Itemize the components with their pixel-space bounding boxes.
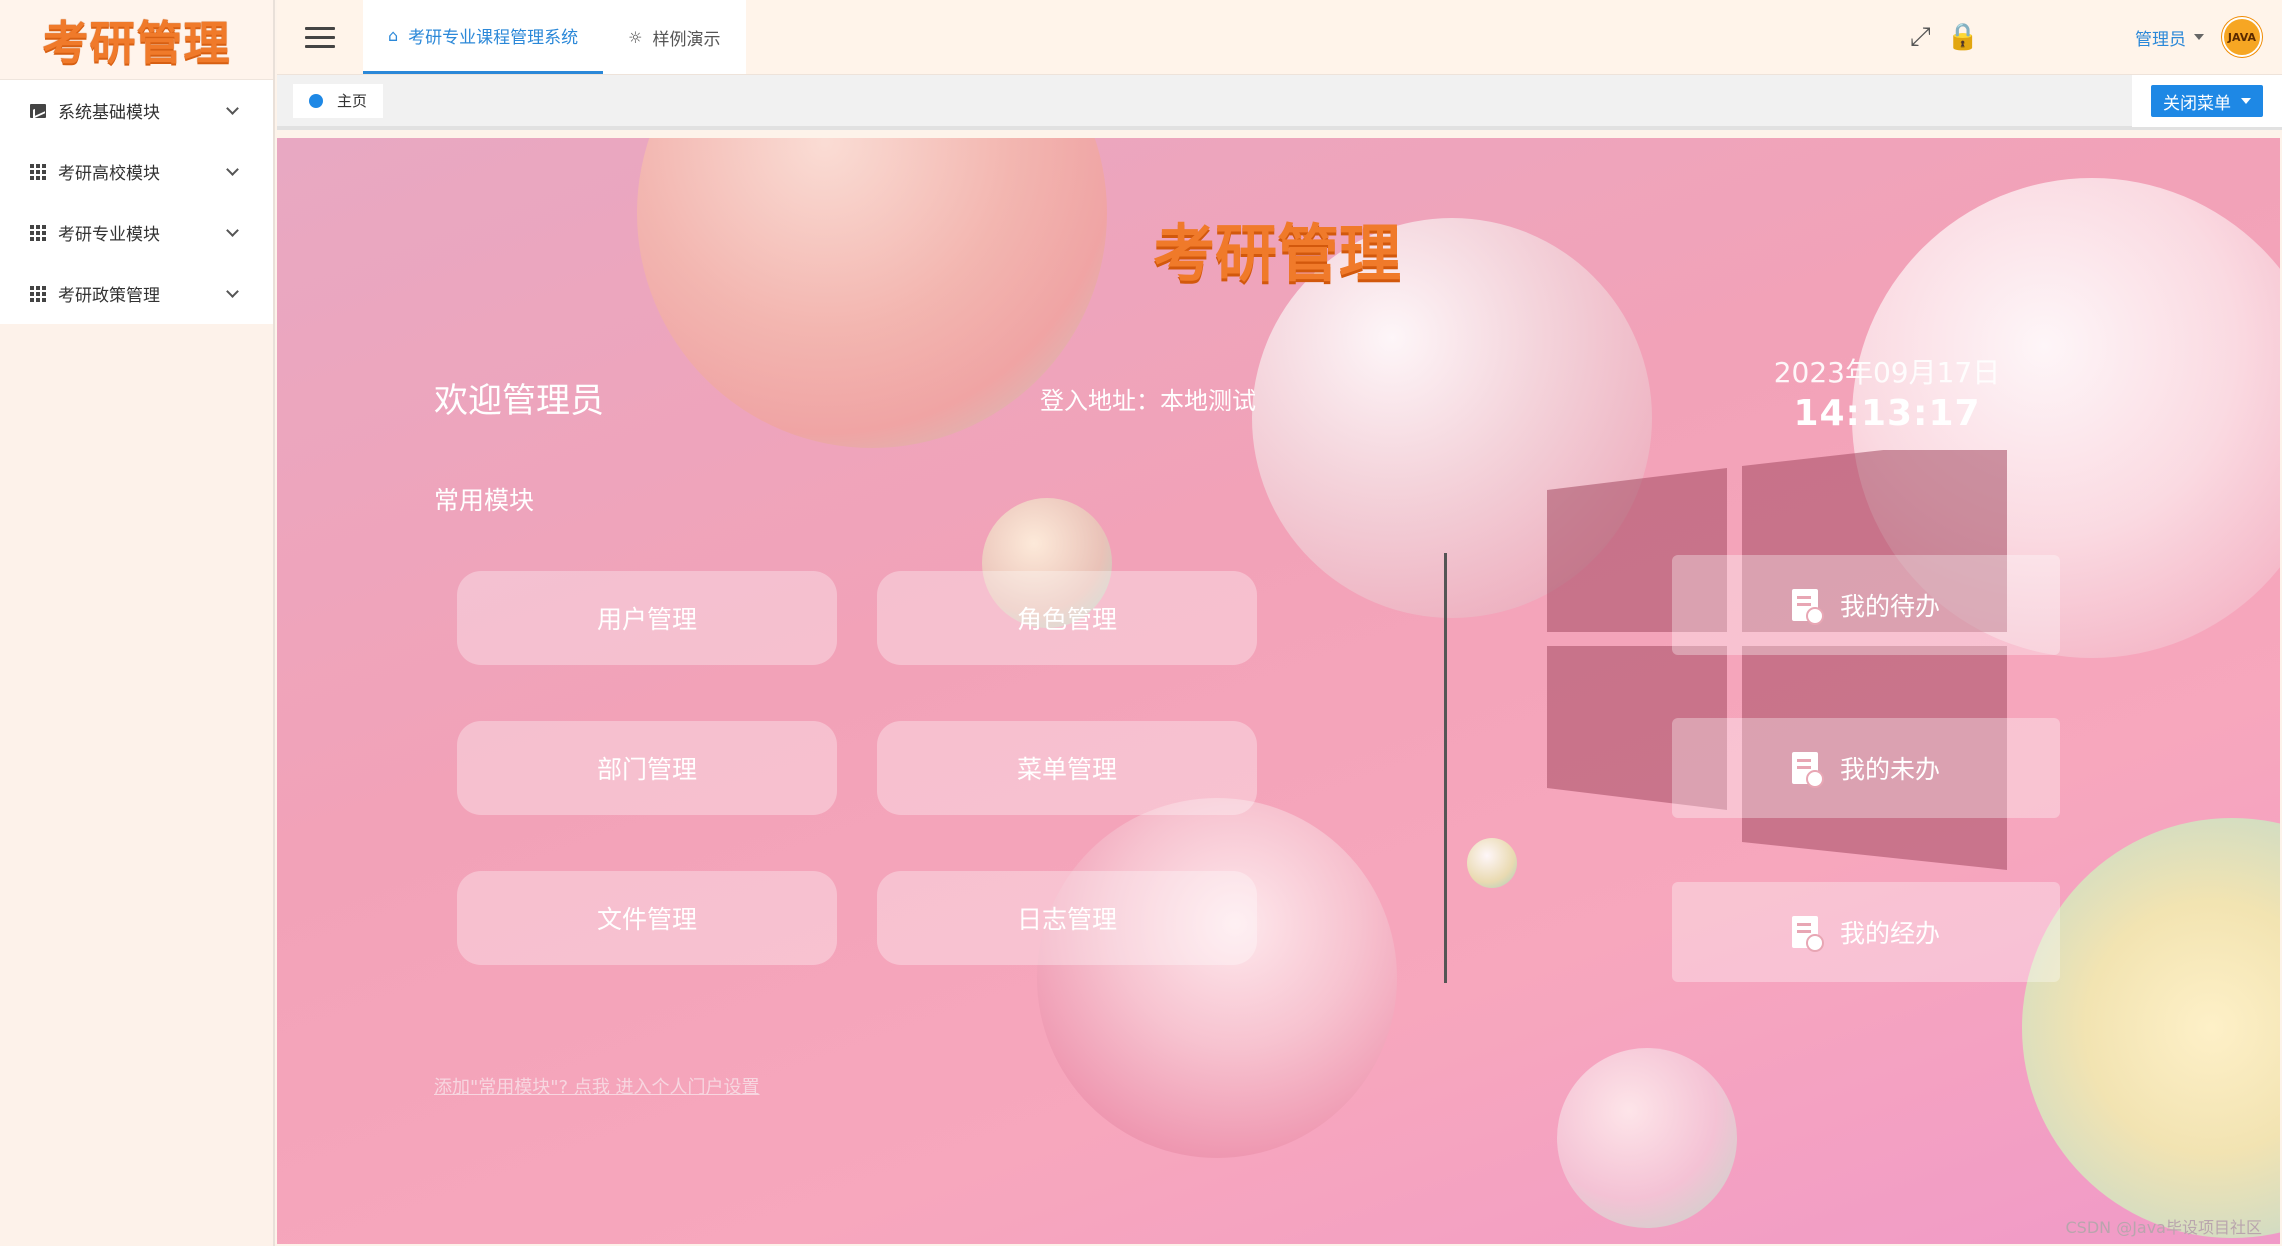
log-management-button[interactable]: 日志管理 — [877, 871, 1257, 965]
chevron-down-icon — [226, 223, 239, 237]
breadcrumb-label: 主页 — [337, 92, 368, 110]
vertical-divider — [1444, 553, 1447, 983]
breadcrumb-bar: 主页 关闭菜单 — [277, 75, 2282, 130]
chevron-down-icon — [226, 162, 239, 176]
top-header: ⌂ 考研专业课程管理系统 ☼ 样例演示 ⤢ 🔒 管理员 JAVA — [277, 0, 2282, 75]
chart-icon — [30, 103, 46, 119]
close-menu-label: 关闭菜单 — [2163, 93, 2231, 114]
portal-settings-link[interactable]: 添加"常用模块"? 点我 进入个人门户设置 — [434, 1073, 760, 1099]
document-icon — [1791, 752, 1824, 788]
sidebar: 考研管理 系统基础模块 考研高校模块 考研专业模块 考研政策管理 — [0, 0, 275, 1246]
role-management-button[interactable]: 角色管理 — [877, 571, 1257, 665]
sidebar-item-universities[interactable]: 考研高校模块 — [0, 141, 273, 202]
sidebar-item-majors[interactable]: 考研专业模块 — [0, 202, 273, 263]
sidebar-item-label: 考研专业模块 — [58, 225, 160, 245]
close-menu-button[interactable]: 关闭菜单 — [2151, 85, 2263, 117]
home-icon: ⌂ — [388, 26, 399, 45]
my-handled-button[interactable]: 我的经办 — [1672, 882, 2060, 982]
hamburger-menu-icon[interactable] — [277, 0, 363, 74]
chevron-down-icon — [226, 101, 239, 115]
grid-icon — [30, 163, 46, 180]
logo-text: 考研管理 — [42, 15, 231, 70]
sidebar-menu: 系统基础模块 考研高校模块 考研专业模块 考研政策管理 — [0, 80, 273, 324]
lock-icon[interactable]: 🔒 — [1947, 22, 1979, 52]
current-date: 2023年09月17日 — [1773, 356, 2001, 389]
sidebar-item-policies[interactable]: 考研政策管理 — [0, 263, 273, 324]
sidebar-logo[interactable]: 考研管理 — [0, 0, 273, 80]
current-time: 14:13:17 — [1793, 393, 1981, 434]
welcome-text: 欢迎管理员 — [434, 381, 604, 421]
main-content: 考研管理 欢迎管理员 登入地址：本地测试 2023年09月17日 14:13:1… — [277, 138, 2280, 1244]
bulb-icon: ☼ — [628, 27, 643, 47]
grid-icon — [30, 224, 46, 241]
document-icon — [1791, 916, 1824, 952]
menu-management-button[interactable]: 菜单管理 — [877, 721, 1257, 815]
breadcrumb-home[interactable]: 主页 — [293, 83, 384, 118]
background-bubble — [1037, 798, 1397, 1158]
department-management-button[interactable]: 部门管理 — [457, 721, 837, 815]
grid-icon — [30, 285, 46, 302]
todo-label: 我的待办 — [1839, 592, 1940, 621]
common-modules-title: 常用模块 — [434, 486, 535, 515]
todo-label: 我的经办 — [1839, 919, 1940, 948]
main-logo: 考研管理 — [1152, 217, 1401, 290]
todo-label: 我的未办 — [1839, 755, 1940, 784]
file-management-button[interactable]: 文件管理 — [457, 871, 837, 965]
watermark: CSDN @Java毕设项目社区 — [2065, 1218, 2262, 1237]
tab-label: 样例演示 — [652, 29, 721, 50]
tab-label: 考研专业课程管理系统 — [408, 28, 579, 48]
chevron-down-icon — [226, 284, 239, 298]
my-todo-button[interactable]: 我的待办 — [1672, 555, 2060, 655]
header-right: ⤢ 🔒 管理员 JAVA — [1910, 0, 2282, 74]
avatar[interactable]: JAVA — [2222, 17, 2262, 57]
fullscreen-icon[interactable]: ⤢ — [1910, 22, 1931, 53]
admin-dropdown[interactable]: 管理员 — [2135, 25, 2186, 50]
sidebar-item-label: 系统基础模块 — [58, 103, 160, 123]
background-bubble — [1467, 838, 1517, 888]
sidebar-item-label: 考研政策管理 — [58, 286, 160, 306]
login-address: 登入地址：本地测试 — [1040, 387, 1256, 415]
tab-demo[interactable]: ☼ 样例演示 — [603, 0, 746, 74]
active-dot-icon — [309, 93, 323, 108]
tab-course-system[interactable]: ⌂ 考研专业课程管理系统 — [363, 0, 604, 74]
my-undone-button[interactable]: 我的未办 — [1672, 718, 2060, 818]
close-menu-wrapper: 关闭菜单 — [2132, 75, 2282, 127]
background-bubble — [637, 138, 1107, 448]
user-management-button[interactable]: 用户管理 — [457, 571, 837, 665]
caret-down-icon[interactable] — [2194, 34, 2204, 40]
sidebar-item-label: 考研高校模块 — [58, 164, 160, 184]
caret-down-icon — [2241, 98, 2251, 104]
background-bubble — [2022, 818, 2280, 1238]
sidebar-item-system-basic[interactable]: 系统基础模块 — [0, 80, 273, 141]
background-bubble — [1557, 1048, 1737, 1228]
document-icon — [1791, 589, 1824, 625]
